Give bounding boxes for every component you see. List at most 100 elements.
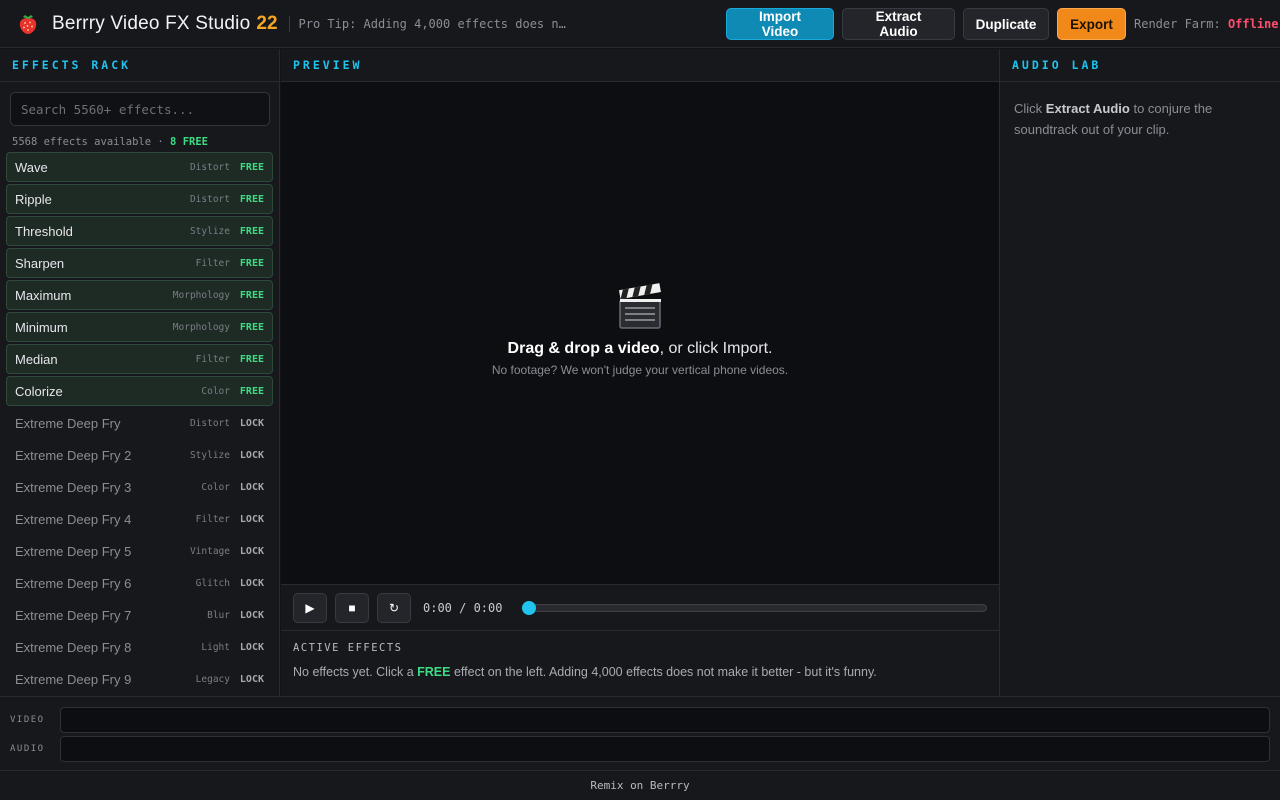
audio-track-lane[interactable] (60, 736, 1270, 762)
effect-item[interactable]: Ripple Distort FREE (6, 184, 273, 214)
free-badge: FREE (239, 161, 264, 173)
active-effects-heading: ACTIVE EFFECTS (293, 642, 403, 654)
footer: Remix on Berrry (0, 770, 1280, 800)
effect-category: Vintage (189, 545, 230, 557)
free-badge: FREE (239, 385, 264, 397)
lock-badge: LOCK (239, 609, 264, 621)
effect-name: Sharpen (15, 255, 65, 271)
lock-badge: LOCK (239, 673, 264, 685)
free-badge: FREE (239, 225, 264, 237)
video-track-row: VIDEO (0, 707, 1280, 733)
effect-name: Extreme Deep Fry 3 (15, 479, 132, 495)
seek-slider[interactable] (522, 600, 987, 615)
header-divider (288, 15, 290, 32)
active-effects-message: No effects yet. Click a FREE effect on t… (293, 665, 987, 679)
effect-category: Light (201, 641, 230, 653)
effect-category: Morphology (172, 289, 230, 301)
lock-badge: LOCK (239, 481, 264, 493)
import-video-button[interactable]: Import Video (726, 8, 834, 40)
free-badge: FREE (239, 257, 264, 269)
free-count: 8 FREE (170, 136, 208, 148)
effect-item[interactable]: Extreme Deep Fry 6 Glitch LOCK (6, 568, 273, 598)
effect-item[interactable]: Extreme Deep Fry 8 Light LOCK (6, 632, 273, 662)
effect-item[interactable]: Colorize Color FREE (6, 376, 273, 406)
effect-item[interactable]: Extreme Deep Fry 2 Stylize LOCK (6, 440, 273, 470)
effect-name: Threshold (15, 223, 73, 239)
effect-item[interactable]: Extreme Deep Fry 3 Color LOCK (6, 472, 273, 502)
effect-item[interactable]: Extreme Deep Fry 9 Legacy LOCK (6, 664, 273, 694)
effect-category: Distort (189, 161, 230, 173)
effect-item[interactable]: Extreme Deep Fry Distort LOCK (6, 408, 273, 438)
effect-name: Median (15, 351, 58, 367)
timeline: VIDEO AUDIO (0, 696, 1280, 770)
app-header: Berrry Video FX Studio 22 Pro Tip: Addin… (0, 0, 1280, 48)
effect-item[interactable]: Extreme Deep Fry 4 Filter LOCK (6, 504, 273, 534)
effect-category: Color (201, 385, 230, 397)
stop-button[interactable]: ■ (335, 592, 369, 623)
free-badge: FREE (239, 321, 264, 333)
clapperboard-icon (617, 282, 663, 330)
effect-name: Extreme Deep Fry 4 (15, 511, 132, 527)
seek-slider-thumb[interactable] (522, 600, 536, 615)
free-badge: FREE (239, 353, 264, 365)
pro-tip: Pro Tip: Adding 4,000 effects does not m… (298, 16, 571, 31)
effect-category: Legacy (195, 673, 230, 685)
extract-audio-button[interactable]: Extract Audio (842, 8, 955, 40)
time-readout: 0:00 / 0:00 (423, 600, 503, 615)
active-msg-before: No effects yet. Click a (293, 665, 414, 679)
free-badge: FREE (239, 289, 264, 301)
remix-link[interactable]: Remix on Berrry (590, 779, 689, 792)
render-farm-label: Render Farm: (1134, 17, 1221, 31)
render-farm-status: Render Farm: Offline (1134, 17, 1279, 31)
video-track-label: VIDEO (10, 715, 45, 725)
lock-badge: LOCK (239, 577, 264, 589)
effect-name: Extreme Deep Fry 5 (15, 543, 132, 559)
lock-badge: LOCK (239, 417, 264, 429)
audio-lab-message: Click Extract Audio to conjure the sound… (1000, 82, 1280, 156)
effect-category: Distort (189, 193, 230, 205)
audio-track-label: AUDIO (10, 744, 45, 754)
video-track-lane[interactable] (60, 707, 1270, 733)
effect-item[interactable]: Extreme Deep Fry 5 Vintage LOCK (6, 536, 273, 566)
lock-badge: LOCK (239, 641, 264, 653)
effects-rack-panel: EFFECTS RACK 5568 effects available · 8 … (0, 49, 280, 696)
render-farm-offline: Offline (1227, 17, 1279, 31)
lock-badge: LOCK (239, 513, 264, 525)
video-drop-zone[interactable]: Drag & drop a video, or click Import. No… (281, 82, 999, 584)
play-button[interactable]: ▶ (293, 592, 327, 623)
effect-name: Colorize (15, 383, 63, 399)
free-badge: FREE (239, 193, 264, 205)
effect-item[interactable]: Minimum Morphology FREE (6, 312, 273, 342)
effect-category: Stylize (189, 449, 230, 461)
effects-search-input[interactable] (10, 92, 270, 126)
preview-panel: PREVIEW Drag & drop a video, or click Im… (281, 49, 999, 696)
effect-category: Filter (195, 353, 230, 365)
app-version: 22 (256, 12, 278, 34)
drop-title-bold: Drag & drop a video (507, 340, 660, 357)
drop-title: Drag & drop a video, or click Import. (281, 340, 999, 358)
active-effects-section: ACTIVE EFFECTS No effects yet. Click a F… (281, 632, 999, 696)
effect-item[interactable]: Threshold Stylize FREE (6, 216, 273, 246)
audio-lab-panel: AUDIO LAB Click Extract Audio to conjure… (999, 49, 1280, 696)
effect-item[interactable]: Extreme Deep Fry 7 Blur LOCK (6, 600, 273, 630)
effect-item[interactable]: Sharpen Filter FREE (6, 248, 273, 278)
effect-name: Extreme Deep Fry 7 (15, 607, 132, 623)
lock-badge: LOCK (239, 449, 264, 461)
effect-item[interactable]: Wave Distort FREE (6, 152, 273, 182)
lock-badge: LOCK (239, 545, 264, 557)
effect-name: Extreme Deep Fry 6 (15, 575, 132, 591)
effects-count: 5568 effects available · 8 FREE (12, 136, 279, 150)
effect-name: Ripple (15, 191, 52, 207)
effect-name: Wave (15, 159, 48, 175)
effect-category: Filter (195, 513, 230, 525)
drop-title-rest: , or click Import. (659, 340, 773, 357)
effect-category: Color (201, 481, 230, 493)
effect-item[interactable]: Maximum Morphology FREE (6, 280, 273, 310)
duplicate-button[interactable]: Duplicate (963, 8, 1049, 40)
effect-category: Filter (195, 257, 230, 269)
audio-msg-before: Click (1014, 101, 1043, 116)
export-button[interactable]: Export (1057, 8, 1126, 40)
loop-button[interactable]: ↻ (377, 592, 411, 623)
active-msg-free: FREE (417, 665, 451, 679)
effect-item[interactable]: Median Filter FREE (6, 344, 273, 374)
